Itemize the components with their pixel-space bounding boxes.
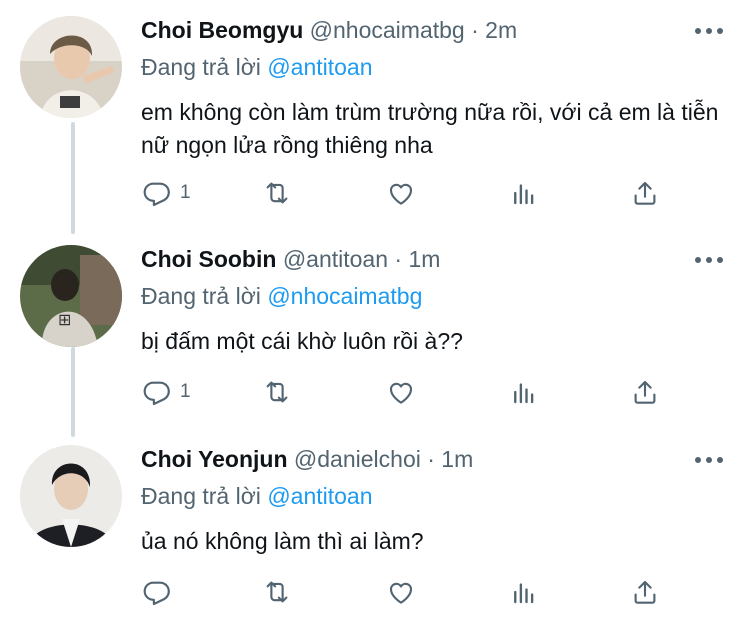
timestamp[interactable]: · 1m — [394, 246, 440, 272]
retweet-icon — [266, 182, 288, 204]
avatar[interactable] — [20, 16, 122, 118]
analytics-button[interactable] — [509, 575, 539, 609]
avatar[interactable] — [20, 445, 122, 547]
heart-icon — [389, 183, 413, 205]
action-bar: 1 — [0, 176, 750, 210]
user-handle[interactable]: @nhocaimatbg — [310, 17, 465, 43]
user-handle[interactable]: @antitoan — [283, 246, 388, 272]
avatar[interactable]: ⊞ — [20, 245, 122, 347]
display-name[interactable]: Choi Soobin — [141, 246, 276, 272]
replying-to-label: Đang trả lời — [141, 54, 261, 80]
retweet-button[interactable] — [262, 375, 292, 409]
action-bar — [0, 575, 750, 609]
tweet-1[interactable]: Choi Beomgyu @nhocaimatbg · 2m Đang trả … — [0, 16, 750, 216]
analytics-icon — [514, 583, 534, 604]
tweet-header: Choi Soobin @antitoan · 1m — [141, 245, 440, 273]
reply-icon — [143, 182, 170, 207]
reply-count: 1 — [180, 381, 191, 402]
tweet-2[interactable]: ⊞ Choi Soobin @antitoan · 1m Đang trả lờ… — [0, 245, 750, 425]
share-icon — [634, 181, 656, 205]
analytics-button[interactable] — [509, 176, 539, 210]
retweet-icon — [266, 581, 288, 603]
like-button[interactable] — [386, 375, 416, 409]
replying-to: Đang trả lời @antitoan — [141, 53, 373, 81]
timestamp[interactable]: · 1m — [427, 446, 473, 472]
heart-icon — [389, 582, 413, 604]
tweet-text: em không còn làm trùm trường nữa rồi, vớ… — [141, 99, 719, 158]
replying-to-handle[interactable]: @antitoan — [267, 483, 372, 509]
svg-text:⊞: ⊞ — [58, 310, 71, 329]
replying-to: Đang trả lời @nhocaimatbg — [141, 282, 422, 310]
tweet-text: ủa nó không làm thì ai làm? — [141, 528, 424, 554]
more-dots-icon[interactable] — [695, 453, 723, 467]
heart-icon — [389, 382, 413, 404]
action-bar: 1 — [0, 375, 750, 409]
display-name[interactable]: Choi Yeonjun — [141, 446, 288, 472]
share-button[interactable] — [630, 176, 660, 210]
reply-icon — [143, 381, 170, 406]
retweet-button[interactable] — [262, 176, 292, 210]
reply-button[interactable] — [142, 575, 172, 609]
tweet-header: Choi Beomgyu @nhocaimatbg · 2m — [141, 16, 517, 44]
like-button[interactable] — [386, 176, 416, 210]
timestamp[interactable]: · 2m — [471, 17, 517, 43]
more-dots-icon[interactable] — [695, 253, 723, 267]
reply-count: 1 — [180, 182, 191, 203]
analytics-icon — [514, 184, 534, 205]
retweet-icon — [266, 381, 288, 403]
replying-to-label: Đang trả lời — [141, 483, 261, 509]
replying-to: Đang trả lời @antitoan — [141, 482, 373, 510]
reply-button[interactable]: 1 — [142, 375, 191, 409]
retweet-button[interactable] — [262, 575, 292, 609]
replying-to-handle[interactable]: @nhocaimatbg — [267, 283, 422, 309]
replying-to-handle[interactable]: @antitoan — [267, 54, 372, 80]
analytics-icon — [514, 383, 534, 404]
tweet-text: bị đấm một cái khờ luôn rồi à?? — [141, 328, 463, 354]
user-handle[interactable]: @danielchoi — [294, 446, 421, 472]
share-icon — [634, 380, 656, 404]
analytics-button[interactable] — [509, 375, 539, 409]
reply-icon — [143, 581, 170, 606]
share-button[interactable] — [630, 575, 660, 609]
more-dots-icon[interactable] — [695, 24, 723, 38]
replying-to-label: Đang trả lời — [141, 283, 261, 309]
tweet-header: Choi Yeonjun @danielchoi · 1m — [141, 445, 473, 473]
like-button[interactable] — [386, 575, 416, 609]
display-name[interactable]: Choi Beomgyu — [141, 17, 303, 43]
tweet-3[interactable]: Choi Yeonjun @danielchoi · 1m Đang trả l… — [0, 445, 750, 615]
reply-button[interactable]: 1 — [142, 176, 191, 210]
share-button[interactable] — [630, 375, 660, 409]
share-icon — [634, 580, 656, 604]
